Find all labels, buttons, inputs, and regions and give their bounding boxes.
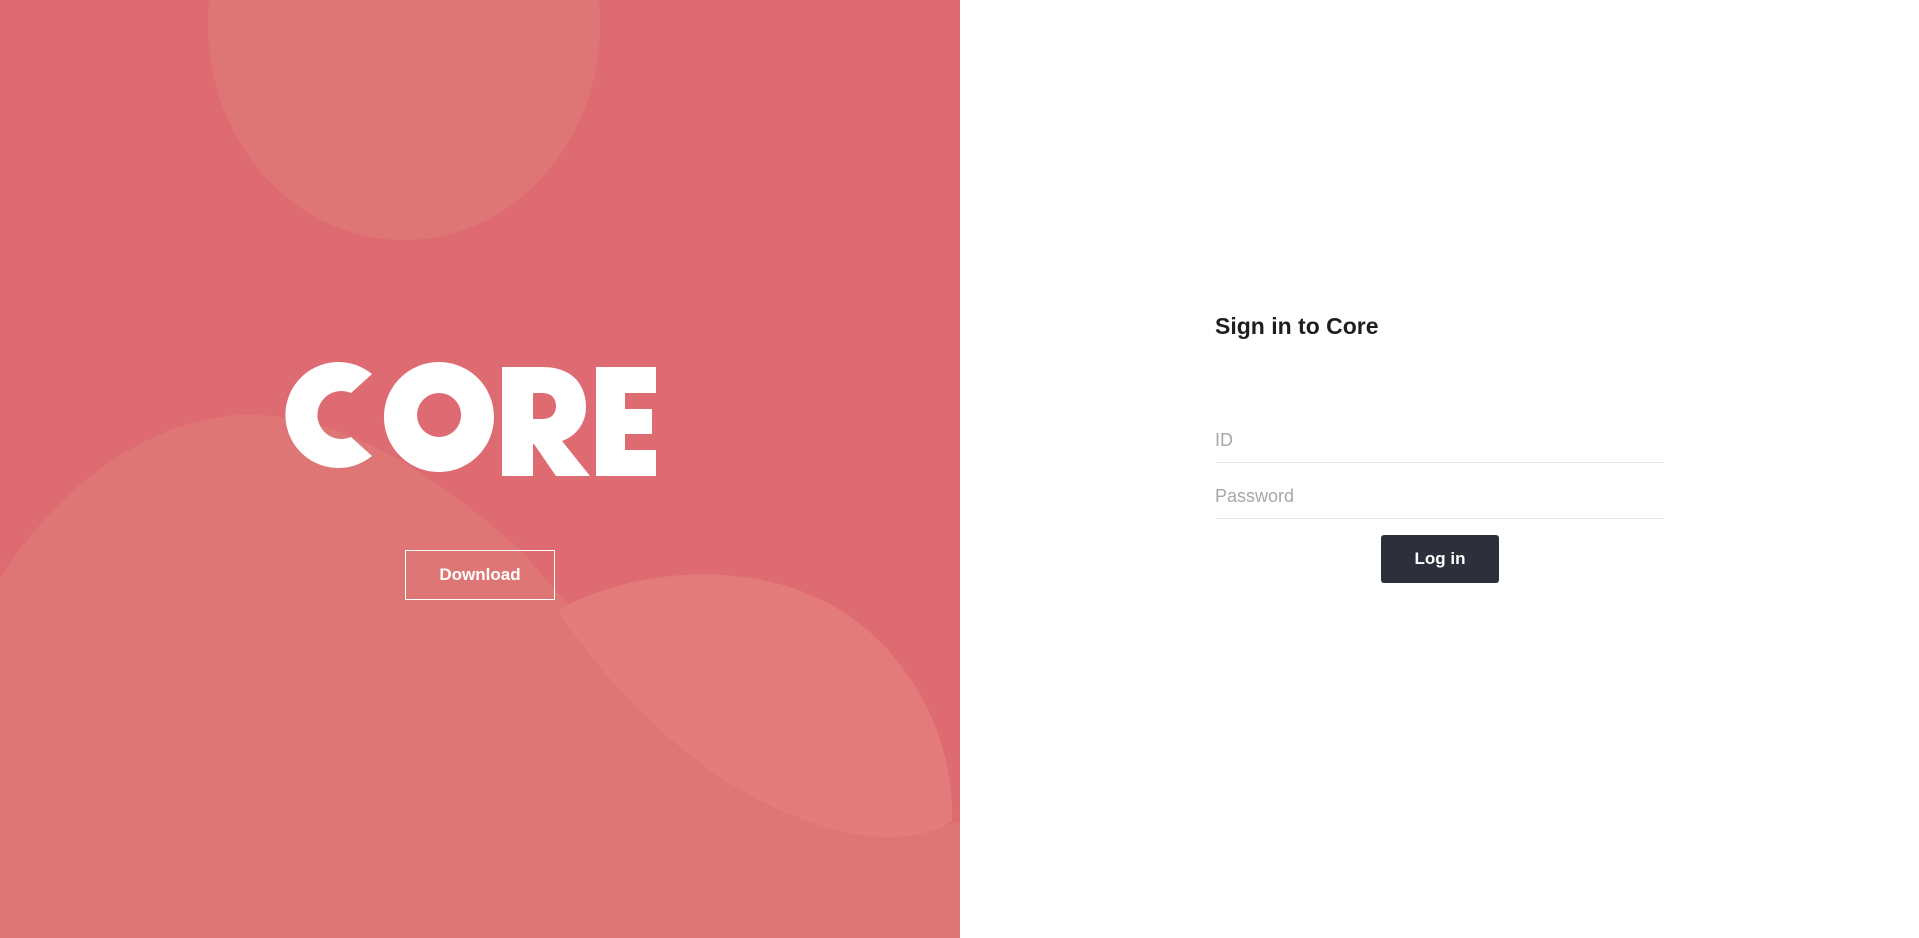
id-input[interactable] <box>1215 419 1664 463</box>
login-title: Sign in to Core <box>1215 313 1379 339</box>
download-button[interactable]: Download <box>405 550 555 600</box>
brand-panel: CORE Download <box>0 0 960 938</box>
core-logo <box>285 362 656 476</box>
login-panel: Sign in to Core Log in <box>960 0 1919 938</box>
password-input[interactable] <box>1215 475 1664 519</box>
login-button[interactable]: Log in <box>1381 535 1499 583</box>
login-page: CORE Download Sign in to Core Log in <box>0 0 1919 938</box>
